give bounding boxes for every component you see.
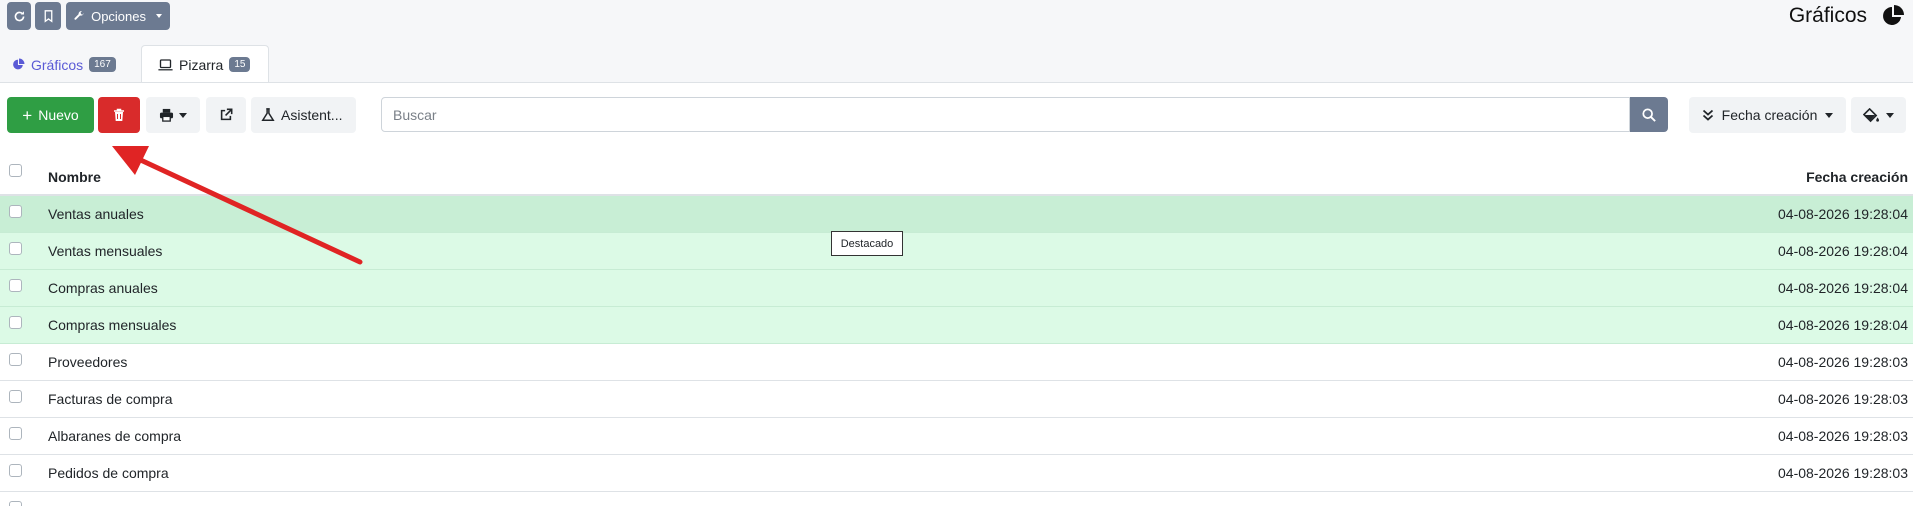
row-name: Compras mensuales: [48, 317, 177, 333]
new-button[interactable]: + Nuevo: [7, 97, 94, 133]
options-label: Opciones: [91, 8, 146, 24]
row-name: Ventas anuales: [48, 206, 144, 222]
refresh-button[interactable]: [7, 2, 31, 30]
row-date: 04-08-2026 19:28:03: [1778, 391, 1908, 407]
tabs-divider: [0, 82, 1913, 83]
sort-label: Fecha creación: [1721, 107, 1818, 123]
search-button[interactable]: [1630, 97, 1668, 132]
table-row[interactable]: Ventas mensuales 04-08-2026 19:28:04: [0, 233, 1913, 270]
search-icon: [1642, 107, 1656, 122]
flask-icon: [261, 108, 275, 121]
double-chevron-down-icon: [1702, 109, 1713, 121]
external-link-icon: [220, 108, 233, 121]
column-header-date[interactable]: Fecha creación: [1806, 169, 1908, 185]
row-checkbox[interactable]: [9, 205, 22, 218]
tab-label: Pizarra: [179, 56, 224, 73]
row-name: Proveedores: [48, 354, 128, 370]
table-row[interactable]: Compras mensuales 04-08-2026 19:28:04: [0, 307, 1913, 344]
table-row[interactable]: Proveedores 04-08-2026 19:28:03: [0, 344, 1913, 381]
color-dropdown-button[interactable]: [1851, 97, 1906, 133]
row-name: Facturas de compra: [48, 391, 173, 407]
table-row[interactable]: [0, 492, 1913, 506]
assistant-label: Asistent...: [281, 107, 343, 123]
column-header-name[interactable]: Nombre: [48, 169, 101, 185]
table-row[interactable]: Albaranes de compra 04-08-2026 19:28:03: [0, 418, 1913, 455]
table-row[interactable]: Pedidos de compra 04-08-2026 19:28:03: [0, 455, 1913, 492]
bookmark-button[interactable]: [35, 2, 61, 30]
laptop-icon: [158, 58, 173, 70]
count-badge: 167: [89, 57, 116, 72]
table-row[interactable]: Ventas anuales 04-08-2026 19:28:04: [0, 196, 1913, 233]
plus-icon: +: [22, 105, 33, 125]
chevron-down-icon: [1825, 112, 1834, 118]
pie-chart-icon: [13, 58, 25, 70]
printer-icon: [159, 108, 174, 122]
row-checkbox[interactable]: [9, 316, 22, 329]
pie-chart-icon: [1883, 5, 1904, 25]
wrench-icon: [74, 11, 84, 20]
delete-button[interactable]: [98, 97, 140, 133]
row-name: Ventas mensuales: [48, 243, 163, 259]
row-date: 04-08-2026 19:28:03: [1778, 428, 1908, 444]
table-body: Ventas anuales 04-08-2026 19:28:04 Venta…: [0, 196, 1913, 506]
sort-dropdown-button[interactable]: Fecha creación: [1689, 97, 1846, 133]
row-checkbox[interactable]: [9, 279, 22, 292]
row-date: 04-08-2026 19:28:04: [1778, 243, 1908, 259]
row-checkbox[interactable]: [9, 242, 22, 255]
row-checkbox[interactable]: [9, 464, 22, 477]
top-bar: [0, 0, 1913, 82]
chevron-down-icon: [1886, 112, 1894, 118]
row-date: 04-08-2026 19:28:04: [1778, 280, 1908, 296]
select-all-checkbox[interactable]: [9, 164, 22, 177]
row-name: Pedidos de compra: [48, 465, 169, 481]
page-title: Gráficos: [1788, 4, 1867, 27]
row-date: 04-08-2026 19:28:04: [1778, 317, 1908, 333]
tab-label: Gráficos: [31, 56, 84, 73]
paint-bucket-icon: [1863, 107, 1879, 122]
row-name: Compras anuales: [48, 280, 158, 296]
row-name: Albaranes de compra: [48, 428, 182, 444]
row-checkbox[interactable]: [9, 427, 22, 440]
table-header: Nombre Fecha creación: [0, 160, 1913, 196]
export-button[interactable]: [206, 97, 246, 133]
count-badge: 15: [229, 57, 251, 72]
chevron-down-icon: [156, 14, 162, 18]
options-dropdown-button[interactable]: Opciones: [66, 2, 170, 30]
row-date: 04-08-2026 19:28:04: [1778, 206, 1908, 222]
table-row[interactable]: Facturas de compra 04-08-2026 19:28:03: [0, 381, 1913, 418]
tooltip: Destacado: [831, 231, 903, 256]
bookmark-icon: [44, 9, 52, 23]
tab-pizarra[interactable]: Pizarra 15: [141, 45, 269, 83]
assistant-button[interactable]: Asistent...: [251, 97, 356, 133]
row-date: 04-08-2026 19:28:03: [1778, 465, 1908, 481]
row-date: 04-08-2026 19:28:03: [1778, 354, 1908, 370]
new-label: Nuevo: [38, 107, 79, 123]
print-dropdown-button[interactable]: [146, 97, 200, 133]
row-checkbox[interactable]: [9, 501, 22, 506]
row-checkbox[interactable]: [9, 353, 22, 366]
search-input[interactable]: [381, 97, 1630, 132]
refresh-icon: [14, 10, 24, 21]
row-checkbox[interactable]: [9, 390, 22, 403]
chevron-down-icon: [179, 112, 187, 118]
tab-graficos[interactable]: Gráficos 167: [12, 46, 116, 83]
table-row[interactable]: Compras anuales 04-08-2026 19:28:04: [0, 270, 1913, 307]
trash-icon: [114, 108, 124, 121]
